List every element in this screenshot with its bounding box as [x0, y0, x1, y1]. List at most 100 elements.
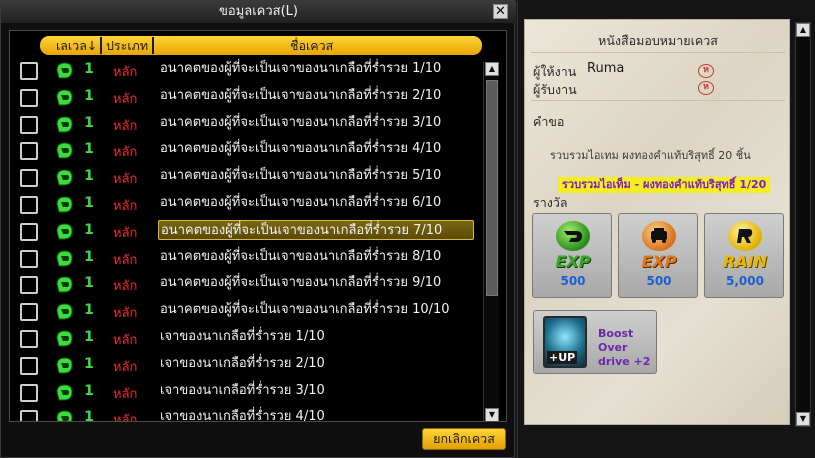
quest-list-title: ขอมูลเควส(L) [1, 1, 516, 23]
quest-type: หลัก [113, 413, 138, 422]
quest-row[interactable]: 1 หลัก เจาของนาเกลือที่ร่ำรวย 4/10 [10, 405, 480, 422]
quest-checkbox[interactable] [20, 329, 38, 348]
quest-type: หลัก [113, 172, 138, 188]
quest-name: อนาคตของผู้ที่จะเป็นเจาของนาเกลือที่ร่ำร… [158, 219, 474, 240]
quest-row[interactable]: 1 หลัก เจาของนาเกลือที่ร่ำรวย 3/10 [10, 379, 480, 406]
quest-name: เจาของนาเกลือที่ร่ำรวย 1/10 [160, 328, 325, 344]
quest-row[interactable]: 1 หลัก อนาคตของผู้ที่จะเป็นเจาของนาเกลือที… [10, 298, 480, 325]
quest-checkbox[interactable] [20, 356, 38, 375]
quest-name: อนาคตของผู้ที่จะเป็นเจาของนาเกลือที่ร่ำร… [160, 302, 450, 318]
quest-detail-window: หนังสือมอบหมายเควส ผู้ให้งาน Ruma ห ผู้ร… [517, 0, 815, 458]
quest-type: หลัก [113, 252, 138, 268]
detail-scroll-up-button[interactable]: ▲ [796, 23, 810, 37]
quest-list-scrollbar[interactable]: ▲ ▼ [483, 62, 499, 421]
scroll-down-button[interactable]: ▼ [485, 408, 499, 421]
quest-checkbox[interactable] [20, 249, 38, 268]
quest-level-icon [55, 142, 74, 159]
reward-label: รางวัล [533, 195, 568, 210]
quest-level: 1 [84, 168, 94, 185]
quest-level-icon [55, 250, 74, 267]
quest-type: หลัก [113, 279, 138, 295]
quest-checkbox[interactable] [20, 383, 38, 402]
quest-type: หลัก [113, 386, 138, 402]
quest-level-icon [55, 276, 74, 293]
quest-type: หลัก [113, 65, 138, 80]
quest-type: หลัก [113, 225, 138, 241]
quest-level-icon [55, 330, 74, 347]
quest-name: เจาของนาเกลือที่ร่ำรวย 4/10 [160, 409, 325, 422]
quest-row[interactable]: 1 หลัก อนาคตของผู้ที่จะเป็นเจาของนาเกลือที… [10, 111, 480, 138]
quest-row[interactable]: 1 หลัก อนาคตของผู้ที่จะเป็นเจาของนาเกลือที… [10, 137, 480, 164]
quest-checkbox[interactable] [20, 142, 38, 161]
reward-item-name: Boost Over drive +2 [598, 327, 651, 368]
quest-level-icon [55, 357, 74, 374]
quest-checkbox[interactable] [20, 115, 38, 134]
quest-type: หลัก [113, 198, 138, 214]
quest-row[interactable]: 1 หลัก เจาของนาเกลือที่ร่ำรวย 1/10 [10, 325, 480, 352]
quest-row[interactable]: 1 หลัก อนาคตของผู้ที่จะเป็นเจาของนาเกลือที… [10, 164, 480, 191]
quest-level: 1 [84, 302, 94, 319]
quest-name: อนาคตของผู้ที่จะเป็นเจาของนาเกลือที่ร่ำร… [160, 141, 442, 157]
quest-level: 1 [84, 355, 94, 372]
close-button[interactable]: ✕ [493, 4, 508, 19]
reward-exp-value: 500 [560, 274, 586, 288]
quest-level-icon [55, 223, 74, 240]
scroll-up-button[interactable]: ▲ [485, 62, 499, 76]
reward-exp2-name: EXP [641, 252, 677, 271]
quest-row[interactable]: 1 หลัก อนาคตของผู้ที่จะเป็นเจาของนาเกลือที… [10, 191, 480, 218]
quest-rows: 1 หลัก อนาคตของผู้ที่จะเป็นเจาของนาเกลือที… [10, 57, 480, 422]
quest-name: อนาคตของผู้ที่จะเป็นเจาของนาเกลือที่ร่ำร… [160, 275, 442, 291]
detail-scrollbar[interactable]: ▲ ▼ [795, 22, 811, 427]
quest-name: อนาคตของผู้ที่จะเป็นเจาของนาเกลือที่ร่ำร… [160, 168, 442, 184]
quest-level-icon [55, 62, 74, 79]
scroll-thumb[interactable] [486, 80, 498, 296]
column-name[interactable]: ชื่อเควส [290, 37, 333, 54]
quest-row[interactable]: 1 หลัก อนาคตของผู้ที่จะเป็นเจาของนาเกลือที… [10, 271, 480, 298]
quest-level: 1 [84, 87, 94, 104]
quest-row[interactable]: 1 หลัก เจาของนาเกลือที่ร่ำรวย 2/10 [10, 352, 480, 379]
exp-car-icon [642, 221, 676, 251]
reward-exp2-card[interactable]: EXP 500 [618, 213, 698, 298]
quest-type: หลัก [113, 359, 138, 375]
giver-stamp-icon: ห [698, 64, 714, 78]
quest-level: 1 [84, 275, 94, 292]
quest-name: อนาคตของผู้ที่จะเป็นเจาของนาเกลือที่ร่ำร… [160, 114, 442, 130]
quest-level-icon [55, 410, 74, 421]
quest-level: 1 [84, 328, 94, 345]
quest-checkbox[interactable] [20, 169, 38, 188]
quest-type: หลัก [113, 306, 138, 322]
quest-row[interactable]: 1 หลัก อนาคตของผู้ที่จะเป็นเจาของนาเกลือที… [10, 245, 480, 272]
column-level[interactable]: เลเวล↓ [56, 37, 97, 54]
quest-checkbox[interactable] [20, 88, 38, 107]
reward-rain-card[interactable]: RAIN 5,000 [704, 213, 784, 298]
quest-name: อนาคตของผู้ที่จะเป็นเจาของนาเกลือที่ร่ำร… [160, 61, 442, 76]
quest-checkbox[interactable] [20, 303, 38, 322]
reward-exp-card[interactable]: EXP 500 [532, 213, 612, 298]
quest-letter: หนังสือมอบหมายเควส ผู้ให้งาน Ruma ห ผู้ร… [524, 19, 790, 425]
quest-type: หลัก [113, 91, 138, 107]
quest-level-icon [55, 169, 74, 186]
quest-checkbox[interactable] [20, 62, 38, 80]
quest-type: หลัก [113, 145, 138, 161]
quest-checkbox[interactable] [20, 276, 38, 295]
quest-level-icon [55, 384, 74, 401]
quest-checkbox[interactable] [20, 195, 38, 214]
quest-level: 1 [84, 141, 94, 158]
quest-checkbox[interactable] [20, 222, 38, 241]
quest-level: 1 [84, 248, 94, 265]
quest-row[interactable]: 1 หลัก อนาคตของผู้ที่จะเป็นเจาของนาเกลือที… [10, 218, 480, 245]
quest-level-icon [55, 303, 74, 320]
quest-checkbox[interactable] [20, 410, 38, 421]
quest-list-panel: เลเวล↓ ประเภท ชื่อเควส 1 หลัก อนาคตของผู้ท… [9, 30, 507, 422]
quest-row[interactable]: 1 หลัก อนาคตของผู้ที่จะเป็นเจาของนาเกลือที… [10, 84, 480, 111]
reward-item-card[interactable]: +UP Boost Over drive +2 [533, 310, 657, 374]
column-type[interactable]: ประเภท [106, 37, 148, 54]
cancel-quest-button[interactable]: ยกเลิกเควส [422, 428, 506, 450]
quest-level-icon [55, 196, 74, 213]
quest-row[interactable]: 1 หลัก อนาคตของผู้ที่จะเป็นเจาของนาเกลือที… [10, 57, 480, 84]
detail-scroll-down-button[interactable]: ▼ [796, 412, 810, 426]
quest-level-icon [55, 89, 74, 106]
reward-exp2-value: 500 [646, 274, 672, 288]
quest-level: 1 [84, 382, 94, 399]
exp-green-icon [556, 221, 590, 251]
